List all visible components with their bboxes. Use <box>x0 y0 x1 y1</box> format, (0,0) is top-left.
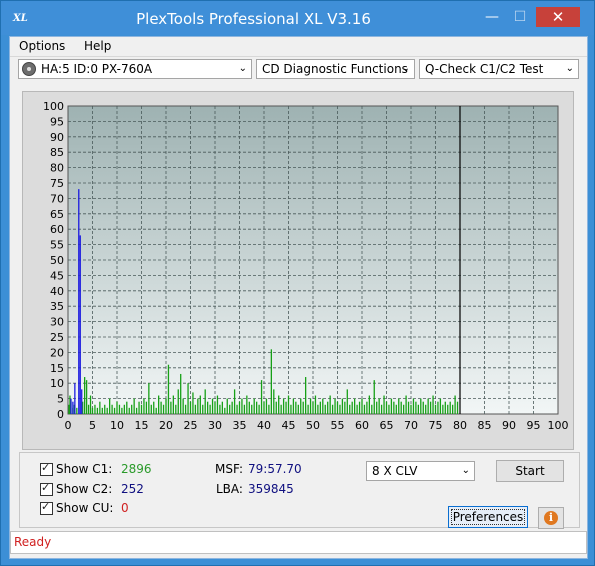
chevron-down-icon: ⌄ <box>238 63 247 74</box>
info-icon: i <box>544 511 558 525</box>
c1-count: 2896 <box>121 462 152 476</box>
minimize-button[interactable]: — <box>479 7 505 27</box>
x-tick-label: 65 <box>380 419 394 432</box>
info-button[interactable]: i <box>538 507 564 529</box>
x-tick-label: 95 <box>527 419 541 432</box>
x-tick-label: 15 <box>135 419 149 432</box>
x-tick-label: 80 <box>453 419 467 432</box>
show-c1-checkbox[interactable] <box>40 461 53 476</box>
y-tick-label: 90 <box>50 131 64 144</box>
y-tick-label: 85 <box>50 146 64 159</box>
cu-count: 0 <box>121 501 129 515</box>
show-c2-checkbox[interactable] <box>40 481 53 496</box>
preferences-label: Preferences <box>452 510 524 524</box>
y-tick-label: 80 <box>50 162 64 175</box>
start-button[interactable]: Start <box>496 460 564 482</box>
x-tick-label: 25 <box>184 419 198 432</box>
x-tick-label: 75 <box>429 419 443 432</box>
x-tick-label: 20 <box>159 419 173 432</box>
show-cu-checkbox[interactable] <box>40 500 53 515</box>
x-tick-label: 70 <box>404 419 418 432</box>
status-bar: Ready <box>10 531 587 554</box>
chevron-down-icon: ⌄ <box>565 63 574 74</box>
y-tick-label: 45 <box>50 269 64 282</box>
controls-panel: Show C1: 2896 Show C2: 252 Show CU: 0 MS… <box>19 452 580 529</box>
app-window: XL PlexTools Professional XL V3.16 — ☐ ✕… <box>0 0 595 566</box>
show-c2-label: Show C2: <box>56 482 113 496</box>
y-tick-label: 10 <box>50 377 64 390</box>
x-tick-label: 30 <box>208 419 222 432</box>
msf-value: 79:57.70 <box>248 462 302 476</box>
y-tick-label: 50 <box>50 254 64 267</box>
status-text: Ready <box>14 535 52 549</box>
x-tick-label: 90 <box>502 419 516 432</box>
close-button[interactable]: ✕ <box>536 7 580 27</box>
menu-options[interactable]: Options <box>19 39 65 53</box>
y-tick-label: 95 <box>50 115 64 128</box>
c2-count: 252 <box>121 482 144 496</box>
function-select[interactable]: CD Diagnostic Functions ⌄ <box>256 59 415 79</box>
menu-bar: Options Help <box>10 37 587 57</box>
test-select-value: Q-Check C1/C2 Test <box>425 62 544 76</box>
function-select-value: CD Diagnostic Functions <box>262 62 408 76</box>
x-tick-label: 10 <box>110 419 124 432</box>
disc-drive-icon <box>22 62 36 76</box>
test-select[interactable]: Q-Check C1/C2 Test ⌄ <box>419 59 579 79</box>
chevron-down-icon: ⌄ <box>461 465 470 476</box>
x-tick-label: 5 <box>89 419 96 432</box>
title-bar[interactable]: XL PlexTools Professional XL V3.16 — ☐ ✕ <box>1 1 594 35</box>
y-tick-label: 75 <box>50 177 64 190</box>
x-tick-label: 35 <box>233 419 247 432</box>
y-tick-label: 55 <box>50 239 64 252</box>
drive-select-value: HA:5 ID:0 PX-760A <box>41 62 153 76</box>
speed-select-value: 8 X CLV <box>372 464 418 478</box>
x-tick-label: 40 <box>257 419 271 432</box>
show-c1-label: Show C1: <box>56 462 113 476</box>
y-tick-label: 70 <box>50 192 64 205</box>
chevron-down-icon: ⌄ <box>401 63 410 74</box>
menu-help[interactable]: Help <box>84 39 111 53</box>
y-tick-label: 5 <box>57 393 64 406</box>
y-tick-label: 20 <box>50 346 64 359</box>
y-tick-label: 35 <box>50 300 64 313</box>
y-tick-label: 65 <box>50 208 64 221</box>
x-tick-label: 50 <box>306 419 320 432</box>
msf-label: MSF: <box>215 462 243 476</box>
lba-value: 359845 <box>248 482 294 496</box>
preferences-button[interactable]: Preferences <box>448 506 528 528</box>
window-title: PlexTools Professional XL V3.16 <box>136 10 371 28</box>
c1-c2-chart: 0510152025303540455055606570758085909510… <box>43 100 569 432</box>
drive-select[interactable]: HA:5 ID:0 PX-760A ⌄ <box>18 59 252 79</box>
y-tick-label: 15 <box>50 362 64 375</box>
lba-label: LBA: <box>216 482 243 496</box>
x-tick-label: 85 <box>478 419 492 432</box>
client-area: Options Help HA:5 ID:0 PX-760A ⌄ CD Diag… <box>9 36 588 559</box>
y-tick-label: 100 <box>43 100 64 113</box>
y-tick-label: 25 <box>50 331 64 344</box>
x-tick-label: 45 <box>282 419 296 432</box>
x-tick-label: 60 <box>355 419 369 432</box>
speed-select[interactable]: 8 X CLV ⌄ <box>366 461 475 481</box>
y-tick-label: 40 <box>50 285 64 298</box>
maximize-button[interactable]: ☐ <box>507 7 533 27</box>
x-tick-label: 0 <box>65 419 72 432</box>
x-tick-label: 55 <box>331 419 345 432</box>
y-tick-label: 30 <box>50 316 64 329</box>
x-tick-label: 100 <box>548 419 569 432</box>
chart-panel: 0 5 10 15 20 25 30 35 40 45 50 55 60 65 70 75 80 85 90 95 10… <box>22 91 574 450</box>
y-tick-label: 0 <box>57 408 64 421</box>
show-cu-label: Show CU: <box>56 501 114 515</box>
y-tick-label: 60 <box>50 223 64 236</box>
